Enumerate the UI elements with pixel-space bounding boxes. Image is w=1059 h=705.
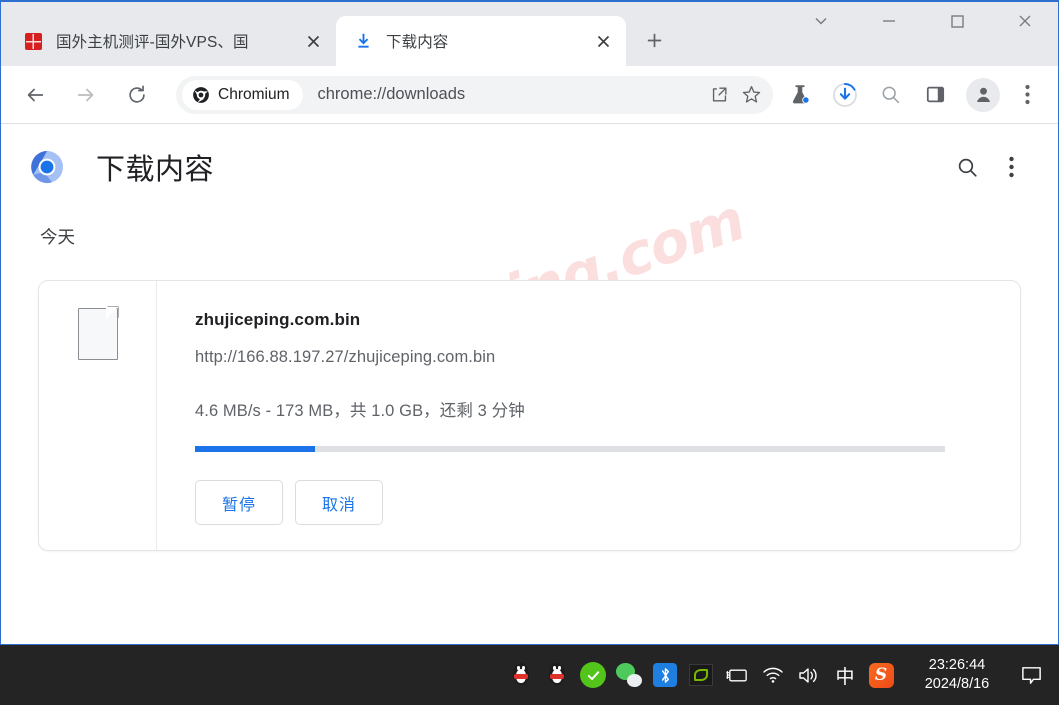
- generic-file-icon: [77, 308, 118, 360]
- download-actions: 暂停 取消: [195, 480, 1020, 525]
- tab-1[interactable]: 下载内容: [336, 16, 626, 66]
- wechat-icon[interactable]: [611, 645, 647, 705]
- sogou-icon[interactable]: S: [863, 645, 899, 705]
- browser-window: 国外主机测评-国外VPS、国 下载内容 Chromium chrome://do…: [0, 0, 1059, 645]
- browser-toolbar: Chromium chrome://downloads: [0, 66, 1059, 124]
- qq-icon[interactable]: [503, 645, 539, 705]
- file-name[interactable]: zhujiceping.com.bin: [195, 310, 1020, 330]
- tab-title: 国外主机测评-国外VPS、国: [56, 34, 249, 51]
- brand-chip[interactable]: Chromium: [182, 79, 304, 110]
- tab-0[interactable]: 国外主机测评-国外VPS、国: [6, 16, 336, 66]
- section-label-today: 今天: [40, 227, 75, 247]
- share-icon[interactable]: [703, 79, 735, 111]
- back-arrow-icon[interactable]: [18, 78, 52, 112]
- nvidia-icon[interactable]: [683, 645, 719, 705]
- clock-date: 2024/8/16: [924, 676, 990, 692]
- tab-search-chevron-icon[interactable]: [787, 0, 855, 42]
- wifi-icon[interactable]: [755, 645, 791, 705]
- forward-arrow-icon[interactable]: [69, 78, 103, 112]
- download-progress-bar: [195, 446, 945, 452]
- reload-icon[interactable]: [120, 78, 154, 112]
- taskbar-clock[interactable]: 23:26:44 2024/8/16: [909, 656, 1005, 694]
- download-progress-fill: [195, 446, 315, 452]
- close-button[interactable]: [991, 0, 1059, 42]
- qq-icon-2[interactable]: [539, 645, 575, 705]
- seal-favicon: [24, 32, 43, 51]
- file-icon-column: [39, 281, 157, 550]
- url-text[interactable]: chrome://downloads: [317, 85, 703, 104]
- brand-chip-label: Chromium: [218, 85, 290, 103]
- ime-chinese-icon[interactable]: 中: [827, 645, 863, 705]
- chromium-logo-icon: [30, 150, 64, 184]
- address-bar[interactable]: Chromium chrome://downloads: [176, 75, 773, 114]
- tab-title: 下载内容: [386, 34, 449, 51]
- green-check-icon[interactable]: [575, 645, 611, 705]
- window-controls: [787, 0, 1059, 66]
- page-title: 下载内容: [96, 154, 215, 186]
- side-panel-icon[interactable]: [917, 77, 953, 113]
- file-source-url: http://166.88.197.27/zhujiceping.com.bin: [195, 348, 496, 366]
- windows-taskbar: 中 S 23:26:44 2024/8/16: [0, 645, 1059, 705]
- chromium-mono-icon: [192, 86, 210, 104]
- download-progress-icon[interactable]: [827, 77, 863, 113]
- flask-icon[interactable]: [782, 77, 818, 113]
- downloads-page: zhujiceping.com 下载内容: [0, 124, 1059, 644]
- downloads-more-vertical-icon[interactable]: [991, 147, 1031, 187]
- downloads-page-header: 下载内容: [0, 124, 1059, 210]
- download-item-card: zhujiceping.com.bin http://166.88.197.27…: [38, 280, 1021, 551]
- new-tab-button[interactable]: [637, 23, 671, 57]
- tab-strip: 国外主机测评-国外VPS、国 下载内容: [0, 0, 1059, 66]
- sogou-tray-label: S: [868, 662, 894, 688]
- star-icon[interactable]: [735, 79, 767, 111]
- download-status-text: 4.6 MB/s - 173 MB，共 1.0 GB，还剩 3 分钟: [195, 402, 525, 420]
- battery-icon[interactable]: [719, 645, 755, 705]
- minimize-button[interactable]: [855, 0, 923, 42]
- search-icon[interactable]: [872, 77, 908, 113]
- notification-icon[interactable]: [1009, 645, 1053, 705]
- downloads-search-icon[interactable]: [947, 147, 987, 187]
- tab-close-button[interactable]: [590, 28, 616, 54]
- bluetooth-icon[interactable]: [647, 645, 683, 705]
- maximize-button[interactable]: [923, 0, 991, 42]
- cancel-button[interactable]: 取消: [295, 480, 383, 525]
- three-dot-menu-icon[interactable]: [1009, 77, 1045, 113]
- file-info-column: zhujiceping.com.bin http://166.88.197.27…: [157, 281, 1020, 550]
- clock-time: 23:26:44: [928, 657, 986, 673]
- ime-chinese-label: 中: [835, 665, 855, 688]
- volume-icon[interactable]: [791, 645, 827, 705]
- tab-close-button[interactable]: [300, 28, 326, 54]
- download-icon: [354, 32, 373, 51]
- avatar-icon[interactable]: [966, 77, 1000, 112]
- pause-button[interactable]: 暂停: [195, 480, 283, 525]
